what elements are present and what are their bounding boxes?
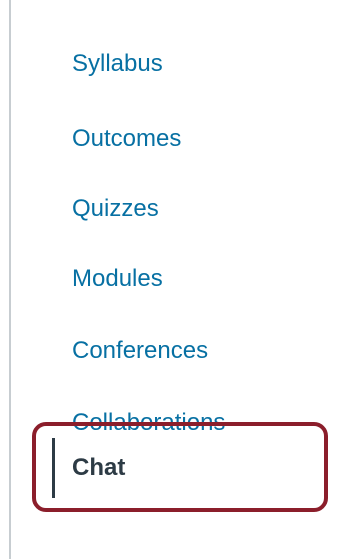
active-indicator-bar [52,438,55,498]
course-navigation-list: Syllabus Outcomes Quizzes Modules Confer… [0,0,343,559]
nav-item-chat-label: Chat [72,454,126,481]
nav-item-modules[interactable]: Modules [72,264,163,294]
nav-item-quizzes[interactable]: Quizzes [72,194,159,224]
nav-item-syllabus[interactable]: Syllabus [72,49,163,79]
nav-item-outcomes[interactable]: Outcomes [72,124,181,154]
nav-item-conferences[interactable]: Conferences [72,336,208,366]
course-navigation-panel: Syllabus Outcomes Quizzes Modules Confer… [0,0,343,559]
nav-item-chat[interactable]: Chat [44,432,314,502]
